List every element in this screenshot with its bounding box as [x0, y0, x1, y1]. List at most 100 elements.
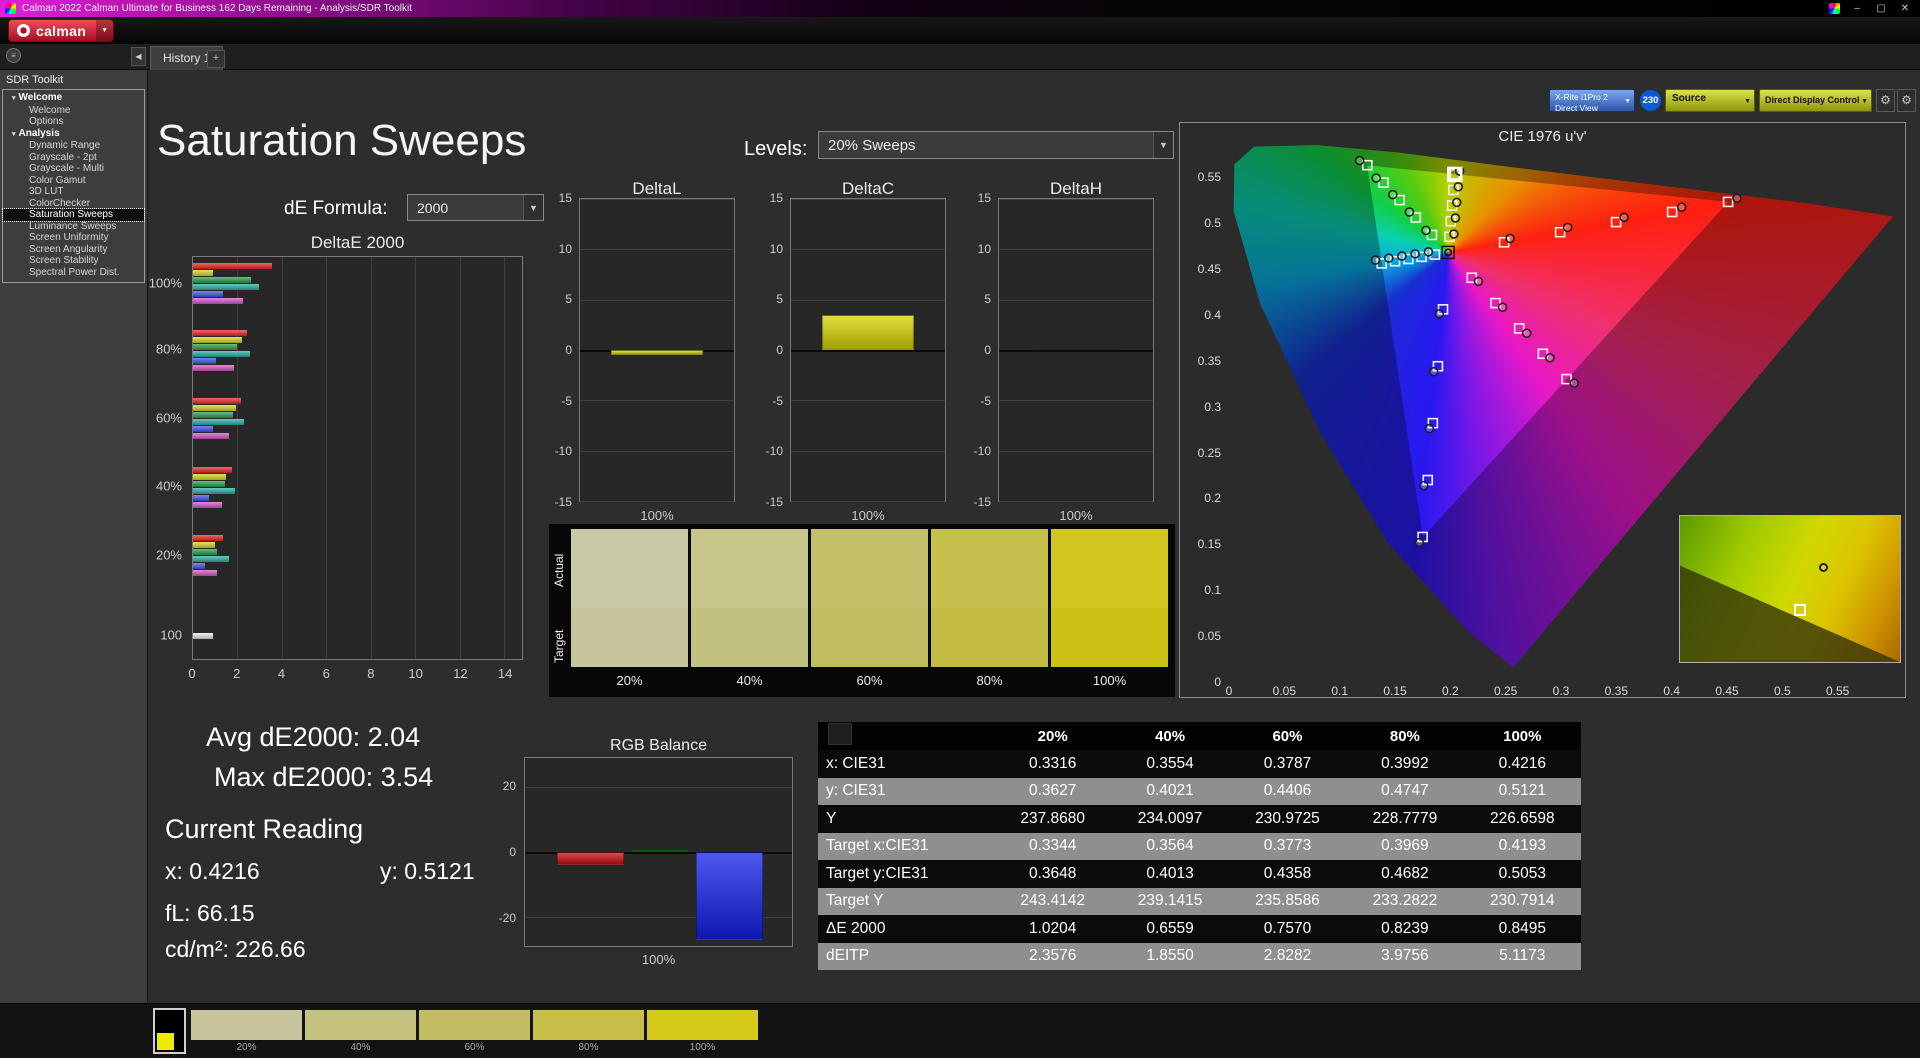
y-tick-label: 100% — [108, 275, 188, 290]
sidebar-item[interactable]: ColorChecker — [3, 198, 144, 210]
y-tick-label: -10 — [546, 444, 576, 458]
de-bar — [193, 556, 229, 562]
sidebar-item[interactable]: Screen Uniformity — [3, 232, 144, 244]
app-icon — [5, 3, 16, 14]
patch-label: 100% — [1051, 667, 1168, 688]
sidebar-item[interactable]: Luminance Sweeps — [3, 221, 144, 233]
meter-line1: X-Rite i1Pro 2 — [1555, 92, 1620, 103]
sidebar-item[interactable]: Dynamic Range — [3, 140, 144, 152]
sidebar-item[interactable]: Screen Angularity — [3, 244, 144, 256]
y-tick-label: 10 — [757, 242, 787, 256]
sidebar-section[interactable]: ▾Welcome — [3, 92, 144, 105]
source-select-button[interactable]: Source ▼ — [1665, 89, 1755, 112]
sidebar-section[interactable]: ▾Analysis — [3, 128, 144, 141]
table-row-label: Target Y — [818, 892, 994, 910]
table-cell: 235.8586 — [1229, 892, 1346, 910]
deltae-chart-title: DeltaE 2000 — [192, 233, 523, 253]
y-tick-label: 0.55 — [1184, 170, 1226, 184]
workflow-gear-icon[interactable]: ⚙ — [1897, 89, 1916, 112]
de-bar — [193, 298, 243, 304]
patch-thumbnail[interactable]: 80% — [533, 1010, 644, 1053]
patch-thumbnail[interactable]: 20% — [191, 1010, 302, 1053]
measured-point — [1398, 252, 1406, 260]
measured-point — [1546, 354, 1554, 362]
de-bar — [193, 337, 242, 343]
y-tick-label: -15 — [546, 495, 576, 509]
patch-thumbnail[interactable] — [153, 1008, 186, 1054]
avg-de2000-value: Avg dE2000: 2.04 — [206, 722, 420, 753]
calman-menu-button[interactable]: calman ▼ — [8, 19, 114, 42]
color-patch: 40% — [691, 529, 808, 688]
y-tick-label: 20 — [484, 779, 520, 793]
table-cell: 0.3992 — [1346, 755, 1463, 773]
table-row: Target x:CIE310.33440.35640.37730.39690.… — [818, 833, 1581, 861]
y-tick-label: -5 — [757, 394, 787, 408]
table-header: 20%40%60%80%100% — [818, 722, 1581, 750]
de-bar — [193, 291, 223, 297]
patch-thumbnail[interactable]: 40% — [305, 1010, 416, 1053]
patch-target — [931, 608, 1048, 667]
sidebar-item[interactable]: Options — [3, 116, 144, 128]
table-cell: 0.3564 — [1111, 837, 1228, 855]
sidebar-item[interactable]: Welcome — [3, 105, 144, 117]
maximize-button[interactable]: ▢ — [1874, 3, 1888, 14]
current-fl-value: fL: 66.15 — [165, 900, 255, 927]
table-cell: 3.9756 — [1346, 947, 1463, 965]
patch-target — [571, 608, 688, 667]
x-tick-label: 0.1 — [1331, 684, 1348, 698]
y-tick-label: 0 — [1184, 675, 1226, 689]
sidebar-header: SDR Toolkit — [0, 70, 147, 89]
minimize-button[interactable]: – — [1850, 3, 1864, 14]
cie-panel: CIE 1976 u'v' 00.050.10.150.20.250.30.35… — [1179, 122, 1906, 698]
thumbnail-swatch — [647, 1010, 758, 1040]
thumbnail-swatch — [419, 1010, 530, 1040]
sidebar-collapse-button[interactable]: ◀ — [131, 47, 146, 66]
table-cell: 237.8680 — [994, 810, 1111, 828]
table-cell: 2.3576 — [994, 947, 1111, 965]
levels-dropdown[interactable]: 20% Sweeps ▼ — [818, 131, 1174, 159]
sidebar-item[interactable]: Color Gamut — [3, 175, 144, 187]
table-cell: 0.8495 — [1464, 920, 1581, 938]
y-tick-label: -20 — [484, 911, 520, 925]
de-bar — [193, 330, 247, 336]
menu-icon[interactable]: ≡ — [6, 48, 21, 63]
table-row-label: ΔE 2000 — [818, 920, 994, 938]
sidebar-item[interactable]: 3D LUT — [3, 186, 144, 198]
cie-inset-measured-marker — [1819, 563, 1828, 572]
x-tick-label: 12 — [453, 666, 467, 681]
sidebar-item[interactable]: Grayscale - Multi — [3, 163, 144, 175]
table-cell: 2.8282 — [1229, 947, 1346, 965]
de-formula-label: dE Formula: — [284, 198, 387, 220]
measured-point — [1372, 256, 1380, 264]
de-bar — [193, 535, 223, 541]
de-bar — [193, 419, 244, 425]
table-cell: 234.0097 — [1111, 810, 1228, 828]
de-bar — [193, 358, 216, 364]
x-tick-label: 8 — [367, 666, 374, 681]
de-bar — [193, 398, 241, 404]
cie-inset-target-marker — [1794, 604, 1806, 616]
close-button[interactable]: ✕ — [1898, 3, 1912, 14]
y-tick-label: 10 — [546, 242, 576, 256]
y-tick-label: 60% — [108, 410, 188, 425]
deltah-xlabel: 100% — [998, 508, 1154, 523]
x-tick-label: 0 — [188, 666, 195, 681]
measured-point — [1453, 198, 1461, 206]
de-bar — [193, 426, 213, 432]
sidebar-item[interactable]: Grayscale - 2pt — [3, 152, 144, 164]
add-tab-button[interactable]: + — [207, 50, 225, 68]
sidebar-item[interactable]: Saturation Sweeps — [3, 209, 144, 221]
patch-thumbnail[interactable]: 100% — [647, 1010, 758, 1053]
settings-gear-icon[interactable]: ⚙ — [1876, 89, 1895, 112]
deltal-chart-title: DeltaL — [579, 179, 735, 199]
deltac-xlabel: 100% — [790, 508, 946, 523]
meter-select-button[interactable]: X-Rite i1Pro 2 Direct View ▼ — [1549, 89, 1635, 112]
table-column-header: 60% — [1229, 728, 1346, 745]
de-formula-dropdown[interactable]: 2000 ▼ — [407, 194, 544, 221]
patch-thumbnail[interactable]: 60% — [419, 1010, 530, 1053]
table-cell: 0.4216 — [1464, 755, 1581, 773]
patch-target — [1051, 608, 1168, 667]
table-cell: 233.2822 — [1346, 892, 1463, 910]
display-control-button[interactable]: Direct Display Control ▼ — [1759, 89, 1872, 112]
chart-bar — [822, 315, 914, 350]
